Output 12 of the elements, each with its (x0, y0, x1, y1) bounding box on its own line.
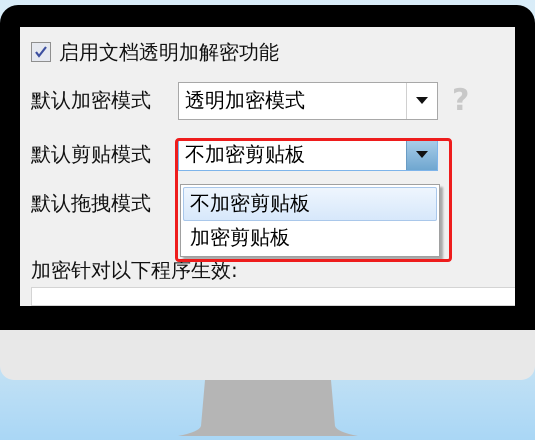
section-label: 加密针对以下程序生效: (31, 256, 239, 281)
dropdown-field[interactable]: 不加密剪贴板 (178, 138, 438, 172)
setting-label: 默认剪贴模式 (31, 141, 152, 168)
dropdown-arrow-icon (416, 151, 428, 158)
dropdown-arrow-icon (416, 97, 428, 104)
dropdown-option[interactable]: 加密剪贴板 (183, 220, 437, 254)
dropdown-option[interactable]: 不加密剪贴板 (183, 187, 437, 220)
setting-label: 默认拖拽模式 (31, 190, 152, 218)
checkbox-label: 启用文档透明加解密功能 (59, 38, 279, 66)
setting-label: 默认加密模式 (31, 87, 152, 114)
dropdown-field[interactable]: 透明加密模式 (178, 82, 438, 120)
checkbox[interactable] (31, 42, 51, 62)
